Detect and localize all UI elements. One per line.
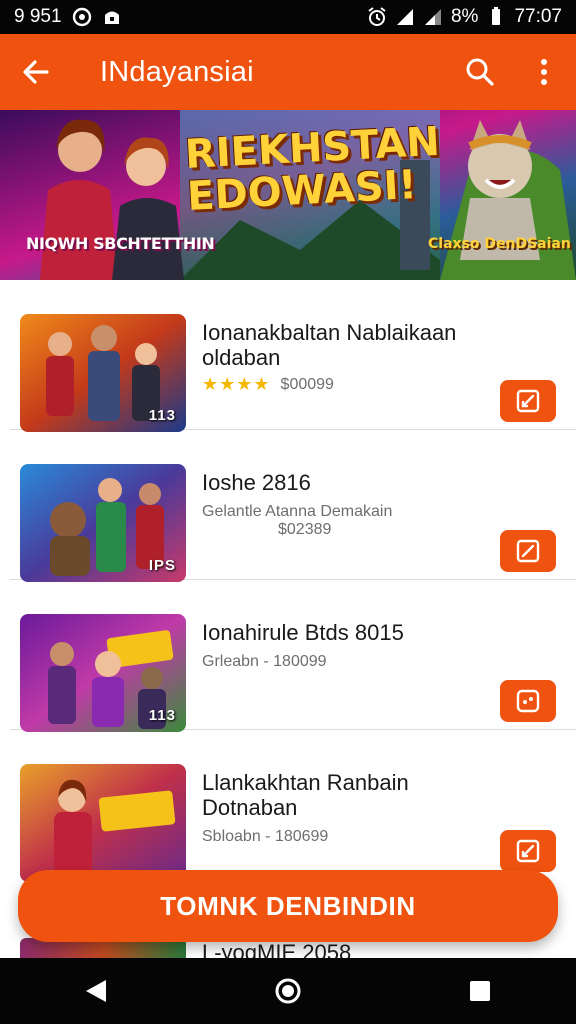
app-notification-icon: [102, 7, 122, 27]
game-price: $02389: [278, 521, 332, 538]
status-left-text: 9 951: [14, 6, 62, 27]
app-bar: INdayansiai: [0, 34, 576, 110]
more-vert-icon: [541, 59, 547, 85]
game-subtitle: Gelantle Atanna Demakain: [202, 503, 393, 520]
game-subtitle: Sbloabn - 180699: [202, 828, 329, 845]
back-triangle-icon: [86, 980, 106, 1002]
edit-icon: [516, 389, 540, 413]
home-circle-icon: [275, 978, 301, 1004]
gamepad-icon: [516, 689, 540, 713]
nav-recents-button[interactable]: [440, 958, 520, 1024]
list-item[interactable]: IPS Ioshe 2816 Gelantle Atanna Demakain …: [10, 430, 576, 582]
search-icon: [466, 58, 494, 86]
page-title: INdayansiai: [100, 55, 254, 88]
back-button[interactable]: [0, 34, 72, 110]
battery-text: 8%: [450, 6, 479, 27]
list-item[interactable]: 113 Ionahirule Btds 8015 Grleabn - 18009…: [10, 580, 576, 732]
clock: 77:07: [514, 6, 562, 27]
game-thumbnail[interactable]: [20, 764, 186, 882]
game-title: Llankakhtan Ranbain Dotnaban: [202, 770, 409, 820]
primary-cta-button[interactable]: TOMNK DENBINDIN: [18, 870, 558, 942]
item-action-button[interactable]: [500, 380, 556, 422]
game-subtitle: Grleabn - 180099: [202, 653, 327, 670]
banner-headline: RIEKHSTAN EDOWASI!: [183, 118, 441, 220]
thumbnail-code: 113: [148, 707, 176, 724]
battery-icon: [486, 7, 506, 27]
system-nav-bar: [0, 958, 576, 1024]
signal-2-icon: [423, 7, 443, 27]
rating-stars: ★★★★: [202, 374, 271, 394]
signal-icon: [395, 7, 415, 27]
alarm-icon: [367, 7, 387, 27]
nav-back-button[interactable]: [56, 958, 136, 1024]
game-title: Ioshe 2816: [202, 470, 311, 495]
thumbnail-code: 113: [148, 407, 176, 424]
recents-square-icon: [470, 981, 490, 1001]
game-thumbnail[interactable]: 113: [20, 314, 186, 432]
item-action-button[interactable]: [500, 830, 556, 872]
back-arrow-icon: [23, 60, 49, 84]
item-action-button[interactable]: [500, 530, 556, 572]
thumbnail-code: IPS: [148, 557, 176, 574]
more-options-button[interactable]: [512, 34, 576, 110]
notification-icon: [72, 7, 92, 27]
edit-icon: [516, 839, 540, 863]
game-price: $00099: [280, 375, 334, 393]
game-thumbnail[interactable]: 113: [20, 614, 186, 732]
search-button[interactable]: [448, 34, 512, 110]
promo-banner[interactable]: RIEKHSTAN EDOWASI! NIQWH SBCHTETTHIN Cla…: [0, 110, 576, 280]
game-title: Ionanakbaltan Nablaikaan oldaban: [202, 320, 457, 370]
status-bar: 9 951 8% 77:07: [0, 0, 576, 34]
edit-icon: [516, 539, 540, 563]
item-action-button[interactable]: [500, 680, 556, 722]
banner-right-tag: Claxso DenDSaian: [428, 236, 571, 252]
nav-home-button[interactable]: [248, 958, 328, 1024]
list-item[interactable]: Llankakhtan Ranbain Dotnaban Sbloabn - 1…: [10, 730, 576, 882]
list-item[interactable]: 113 Ionanakbaltan Nablaikaan oldaban ★★★…: [10, 280, 576, 432]
game-title: L-yogMIE 2058: [202, 940, 352, 960]
banner-left-tag: NIQWH SBCHTETTHIN: [26, 234, 215, 253]
game-thumbnail[interactable]: IPS: [20, 464, 186, 582]
game-title: Ionahirule Btds 8015: [202, 620, 404, 645]
